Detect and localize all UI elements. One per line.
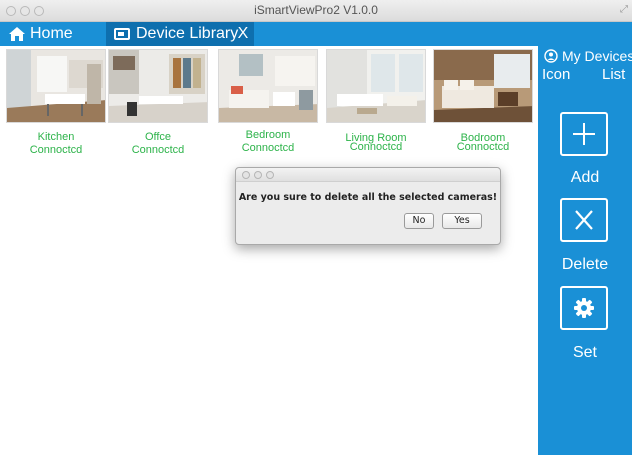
tab-device-library-label: Device Library bbox=[136, 25, 239, 42]
add-button[interactable] bbox=[560, 112, 608, 156]
home-icon bbox=[9, 27, 25, 41]
camera-name: Kitchen bbox=[37, 131, 75, 143]
window-title: iSmartViewPro2 V1.0.0 bbox=[254, 3, 378, 17]
fullscreen-icon[interactable]: ⤢ bbox=[620, 4, 628, 15]
set-button[interactable] bbox=[560, 286, 608, 330]
app-window: iSmartViewPro2 V1.0.0 ⤢ Home page Device… bbox=[0, 0, 632, 455]
camera-thumbnail bbox=[6, 49, 106, 123]
dialog-close-button[interactable] bbox=[242, 171, 250, 179]
camera-tile-office[interactable]: Offce Connoctcd bbox=[108, 49, 208, 156]
camera-name: Offce bbox=[144, 131, 172, 143]
camera-status: Connoctcd bbox=[29, 144, 83, 156]
x-icon bbox=[575, 210, 593, 230]
delete-label: Delete bbox=[561, 256, 609, 273]
dialog-titlebar bbox=[236, 168, 500, 182]
camera-thumbnail bbox=[108, 49, 208, 123]
view-icon-toggle[interactable]: Icon bbox=[542, 66, 570, 83]
camera-tile-kitchen[interactable]: Kitchen Connoctcd bbox=[6, 49, 106, 156]
camera-thumbnail bbox=[326, 49, 426, 123]
device-library-icon bbox=[114, 28, 130, 40]
gear-icon bbox=[574, 298, 594, 318]
dialog-zoom-button[interactable] bbox=[266, 171, 274, 179]
camera-tile-bedroom[interactable]: Bedroom Connoctcd bbox=[218, 49, 318, 154]
camera-status: Connoctcd bbox=[456, 141, 510, 153]
delete-button[interactable] bbox=[560, 198, 608, 242]
no-button[interactable]: No bbox=[404, 213, 434, 229]
camera-status: Connoctcd bbox=[131, 144, 185, 156]
confirm-delete-dialog: Are you sure to delete all the selected … bbox=[235, 167, 501, 245]
close-tab-button[interactable]: X bbox=[236, 22, 250, 46]
my-devices-label: My Devices bbox=[562, 48, 632, 64]
camera-thumbnail bbox=[433, 49, 533, 123]
camera-tile-living-room[interactable]: Living Room Connoctcd bbox=[326, 49, 426, 153]
device-sidebar: My Devices Icon List Add Delete Set bbox=[538, 46, 632, 455]
yes-button[interactable]: Yes bbox=[442, 213, 482, 229]
my-devices-header[interactable]: My Devices bbox=[538, 46, 632, 66]
tab-device-library[interactable]: Device Library bbox=[106, 22, 254, 46]
tab-home-page[interactable]: Home page bbox=[0, 22, 105, 66]
add-label: Add bbox=[570, 169, 600, 186]
camera-thumbnail bbox=[218, 49, 318, 123]
dialog-minimize-button[interactable] bbox=[254, 171, 262, 179]
dialog-message: Are you sure to delete all the selected … bbox=[238, 192, 498, 203]
camera-status: Connoctcd bbox=[241, 142, 295, 154]
plus-icon bbox=[573, 123, 595, 145]
camera-status: Connoctcd bbox=[349, 141, 403, 153]
view-list-toggle[interactable]: List bbox=[602, 66, 625, 83]
nav-bar: Home page Device Library X bbox=[0, 22, 632, 66]
camera-tile-bodroom[interactable]: Bodroom Connoctcd bbox=[433, 49, 533, 153]
camera-name: Bedroom bbox=[245, 129, 291, 141]
window-titlebar: iSmartViewPro2 V1.0.0 ⤢ bbox=[0, 0, 632, 22]
set-label: Set bbox=[572, 344, 597, 361]
user-icon bbox=[544, 49, 558, 63]
